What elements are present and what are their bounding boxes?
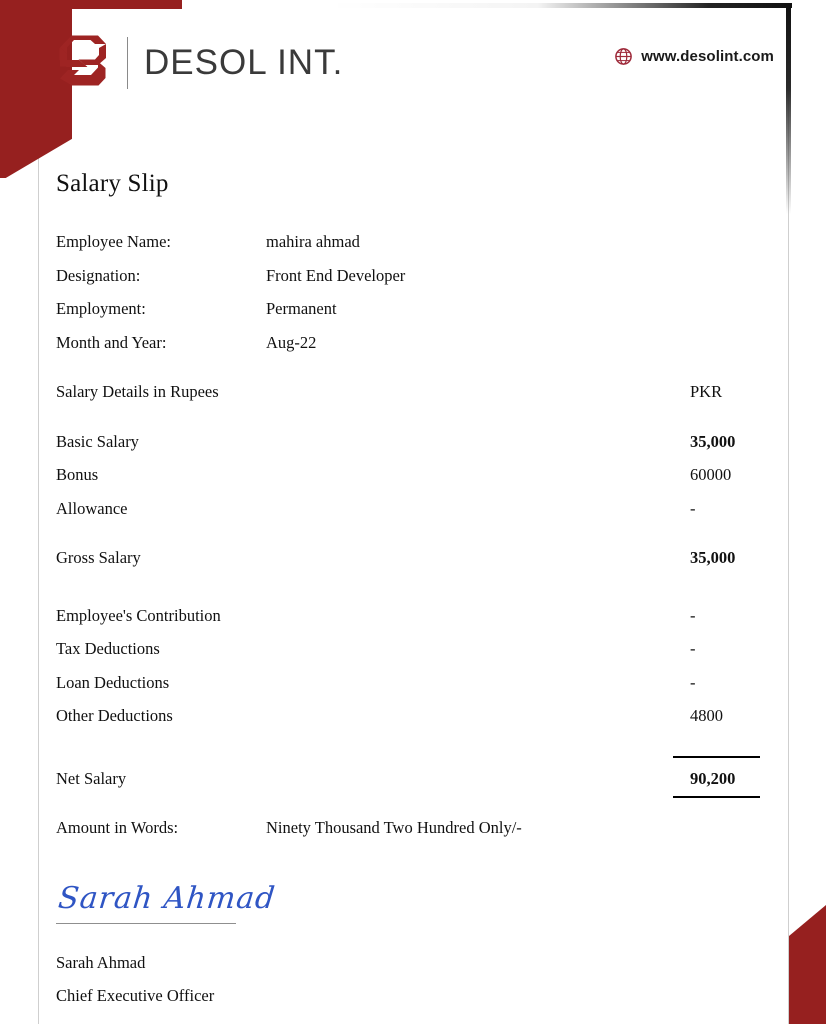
earnings-label: Allowance (56, 498, 128, 518)
deduction-value: - (690, 672, 696, 692)
detail-row: Designation: Front End Developer (56, 266, 766, 300)
net-salary-value: 90,200 (690, 768, 736, 788)
detail-label: Employment: (56, 299, 146, 318)
detail-label: Employee Name: (56, 232, 172, 251)
deduction-label: Tax Deductions (56, 639, 160, 658)
page-title: Salary Slip (56, 170, 169, 197)
deduction-label: Employee's Contribution (56, 605, 221, 625)
detail-label: Designation: (56, 265, 141, 285)
net-salary-rule-bottom (673, 795, 760, 798)
earnings-value: 60000 (690, 465, 732, 484)
gross-salary-row: Gross Salary 35,000 (56, 548, 766, 582)
salary-section-header: Salary Details in Rupees PKR (56, 382, 766, 416)
decorative-band-bottom-right (789, 905, 826, 1024)
net-salary-rule-top (673, 755, 760, 758)
signature-image: Sarah Ahmad (56, 881, 278, 916)
currency-label: PKR (690, 382, 723, 401)
brand-name: DESOL INT. (144, 43, 344, 82)
amount-in-words-label: Amount in Words: (56, 817, 179, 837)
earnings-value: 35,000 (690, 431, 736, 451)
gross-salary-value: 35,000 (690, 548, 736, 567)
signature-block: Sarah Ahmad Sarah Ahmad Chief Executive … (56, 877, 766, 1012)
deduction-value: 4800 (690, 706, 723, 725)
earnings-row: Basic Salary 35,000 (56, 432, 766, 466)
brand-divider (127, 37, 128, 89)
globe-icon (615, 48, 633, 65)
deductions-list: Employee's Contribution - Tax Deductions… (56, 606, 766, 740)
document-header: DESOL INT. www.desolint.com (57, 34, 774, 104)
deduction-row: Tax Deductions - (56, 639, 766, 673)
deduction-value: - (690, 639, 696, 658)
amount-in-words-value: Ninety Thousand Two Hundred Only/- (266, 817, 522, 837)
brand-lockup: DESOL INT. (57, 34, 343, 92)
earnings-label: Basic Salary (56, 431, 139, 451)
desol-hexagon-s-logo-icon (57, 34, 109, 92)
earnings-value: - (690, 498, 696, 518)
deduction-label: Other Deductions (56, 706, 173, 725)
signature-line (56, 923, 236, 924)
deduction-row: Other Deductions 4800 (56, 706, 766, 740)
detail-value: Aug-22 (266, 332, 317, 352)
earnings-list: Basic Salary 35,000 Bonus 60000 Allowanc… (56, 432, 766, 533)
signatory-title: Chief Executive Officer (56, 986, 215, 1005)
website-link[interactable]: www.desolint.com (615, 48, 774, 65)
detail-value: mahira ahmad (266, 232, 360, 251)
detail-value: Front End Developer (266, 265, 406, 285)
deduction-row: Loan Deductions - (56, 673, 766, 707)
detail-row: Month and Year: Aug-22 (56, 333, 766, 367)
detail-label: Month and Year: (56, 332, 167, 352)
net-salary-row: Net Salary 90,200 (56, 755, 766, 802)
detail-value: Permanent (266, 299, 337, 318)
sheet-top-edge-shadow (330, 3, 792, 8)
earnings-row: Allowance - (56, 499, 766, 533)
document-body: Salary Slip Employee Name: mahira ahmad … (56, 170, 766, 1012)
gross-salary-label: Gross Salary (56, 548, 141, 567)
deduction-row: Employee's Contribution - (56, 606, 766, 640)
salary-section-label: Salary Details in Rupees (56, 382, 219, 401)
deduction-value: - (690, 605, 696, 625)
amount-in-words-row: Amount in Words: Ninety Thousand Two Hun… (56, 818, 766, 852)
deduction-label: Loan Deductions (56, 672, 170, 692)
earnings-label: Bonus (56, 465, 99, 484)
detail-row: Employee Name: mahira ahmad (56, 232, 766, 266)
website-url: www.desolint.com (641, 48, 774, 65)
earnings-row: Bonus 60000 (56, 465, 766, 499)
detail-row: Employment: Permanent (56, 299, 766, 333)
signatory-name: Sarah Ahmad (56, 953, 146, 972)
employee-details: Employee Name: mahira ahmad Designation:… (56, 232, 766, 366)
sheet-right-edge-shadow (786, 4, 791, 214)
net-salary-label: Net Salary (56, 768, 127, 788)
salary-slip-page: DESOL INT. www.desolint.com Salary Slip … (0, 0, 826, 1024)
